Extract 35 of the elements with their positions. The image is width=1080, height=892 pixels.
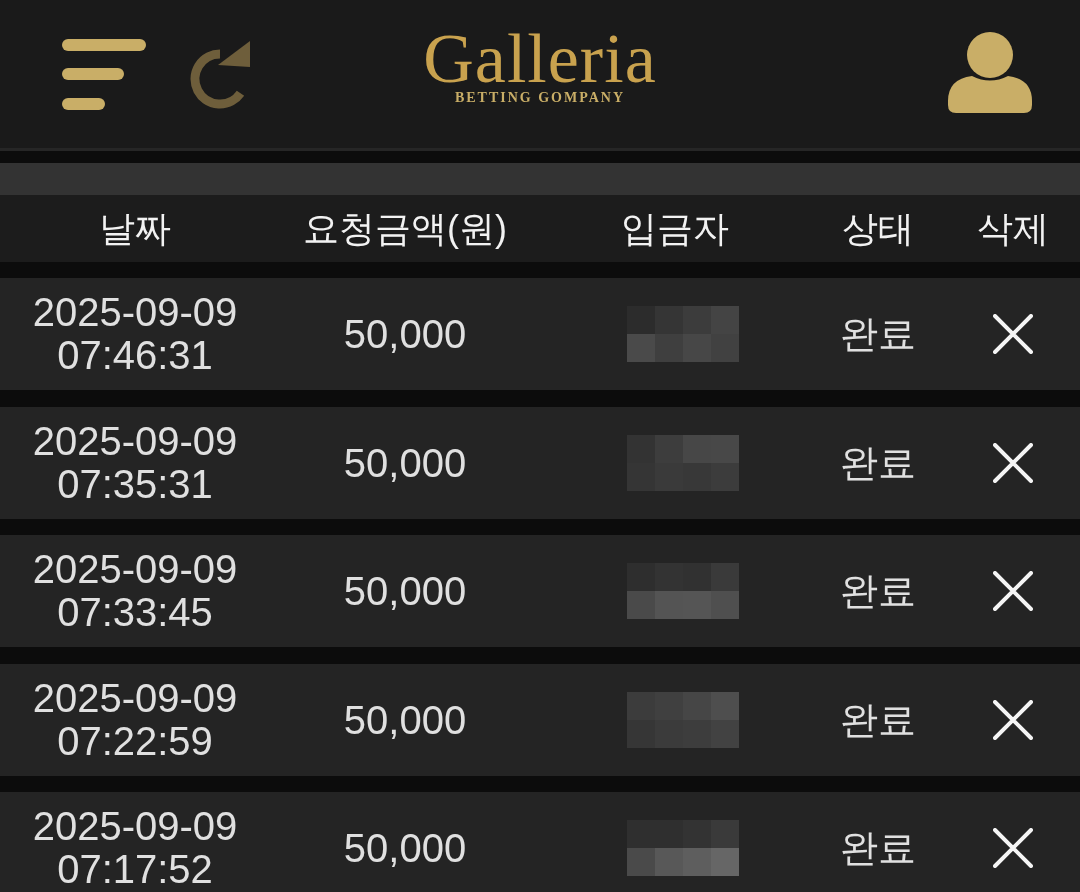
amount-text: 50,000 <box>343 826 467 870</box>
time-text: 07:22:59 <box>57 719 213 763</box>
date-text: 2025-09-09 <box>32 676 238 720</box>
logo-text: Galleria <box>423 28 657 90</box>
logo-tagline: BETTING GOMPANY <box>454 90 626 106</box>
column-header: 입금자 <box>621 206 729 251</box>
date-text: 2025-09-09 <box>32 548 238 591</box>
column-header: 날짜 <box>99 206 171 251</box>
time-text: 07:17:52 <box>57 848 213 891</box>
status-text: 완료 <box>839 826 916 870</box>
amount-text: 50,000 <box>343 312 467 356</box>
date-text: 2025-09-09 <box>32 291 238 334</box>
time-text: 07:35:31 <box>57 462 213 506</box>
status-text: 완료 <box>839 440 916 485</box>
x-icon[interactable] <box>992 571 1033 611</box>
refresh-icon[interactable] <box>188 41 252 109</box>
x-icon[interactable] <box>992 828 1033 868</box>
amount-text: 50,000 <box>343 697 467 742</box>
date-text: 2025-09-09 <box>32 419 238 463</box>
column-header: 삭제 <box>976 206 1049 251</box>
date-text: 2025-09-09 <box>32 805 238 848</box>
x-icon[interactable] <box>992 314 1033 354</box>
time-text: 07:33:45 <box>57 591 213 634</box>
x-icon[interactable] <box>992 699 1033 740</box>
column-header: 상태 <box>841 206 914 251</box>
status-text: 완료 <box>839 569 916 613</box>
status-text: 완료 <box>839 697 916 742</box>
column-header: 요청금액(원) <box>303 206 507 251</box>
menu-icon[interactable] <box>62 39 146 111</box>
user-icon[interactable] <box>948 31 1032 113</box>
amount-text: 50,000 <box>343 569 467 613</box>
amount-text: 50,000 <box>343 440 467 485</box>
status-text: 완료 <box>839 312 916 356</box>
x-icon[interactable] <box>992 442 1033 483</box>
time-text: 07:46:31 <box>57 334 213 377</box>
